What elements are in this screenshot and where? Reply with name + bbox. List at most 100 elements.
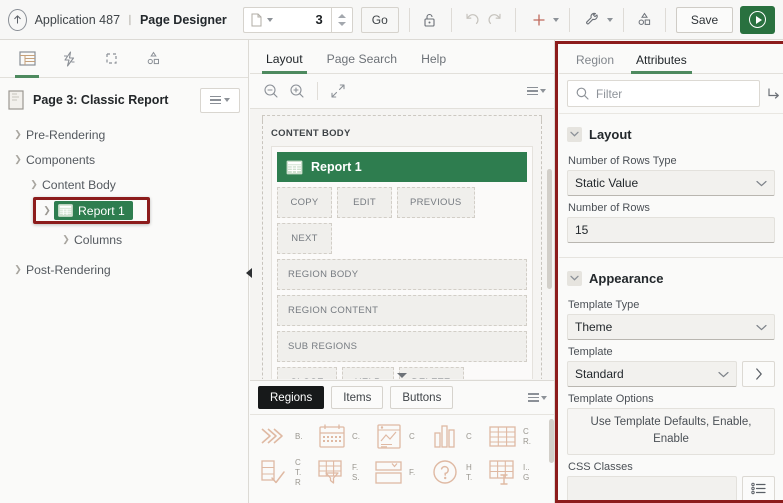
gallery-item-form[interactable]: F.: [372, 457, 429, 489]
chevron-down-icon[interactable]: [552, 17, 559, 22]
add-component-group[interactable]: [526, 7, 559, 33]
input-css-classes[interactable]: [575, 481, 729, 496]
layout-menu-button[interactable]: [527, 86, 546, 96]
property-filter-action[interactable]: [766, 87, 783, 101]
gallery-row-1: B. C. C C C R.: [258, 421, 549, 453]
page-designer-app: Application 487 \ Page Designer 3 Go Sav…: [0, 0, 783, 503]
gallery-item-card[interactable]: C: [372, 421, 429, 453]
button-template-options[interactable]: Use Template Defaults, Enable, Enable: [567, 408, 775, 455]
input-number-of-rows[interactable]: [575, 223, 767, 237]
gallery-item-interactive-grid[interactable]: I.. G: [486, 457, 543, 489]
stepper-down-icon[interactable]: [337, 21, 346, 26]
wrench-icon[interactable]: [580, 7, 606, 33]
chevron-right-icon[interactable]: ❯: [10, 264, 26, 275]
expand-arrows-icon[interactable]: [325, 78, 351, 104]
placeholder-sub-regions[interactable]: SUB REGIONS: [277, 331, 527, 362]
rendering-tab[interactable]: [10, 40, 44, 78]
tree-item-columns[interactable]: ❯ Columns: [0, 227, 248, 252]
property-group-layout-body: Number of Rows Type Static Value Number …: [559, 155, 783, 247]
placeholder-next[interactable]: NEXT: [277, 223, 332, 254]
tree-item-pre-rendering[interactable]: ❯ Pre-Rendering: [0, 122, 248, 147]
tab-page-search[interactable]: Page Search: [317, 52, 407, 73]
page-select[interactable]: 3: [242, 6, 331, 33]
unlock-icon[interactable]: [420, 7, 442, 33]
run-button[interactable]: [740, 5, 776, 34]
undo-icon[interactable]: [462, 7, 484, 33]
tree-item-components[interactable]: ❯ Components: [0, 147, 248, 172]
tab-region[interactable]: Region: [567, 53, 623, 73]
filter-field[interactable]: [567, 80, 760, 107]
gallery-menu-button[interactable]: [528, 393, 547, 402]
gallery-tab-buttons[interactable]: Buttons: [390, 386, 454, 409]
left-panel-collapse-handle[interactable]: [244, 262, 253, 284]
template-goto-button[interactable]: [742, 361, 775, 387]
tree-item-content-body[interactable]: ❯ Content Body: [0, 172, 248, 197]
page-tree: ❯ Pre-Rendering ❯ Components ❯ Content B…: [0, 118, 248, 282]
page-shared-components-tab[interactable]: [136, 40, 170, 77]
chevron-down-icon[interactable]: [606, 17, 613, 22]
chevron-down-icon[interactable]: ❯: [40, 205, 54, 216]
placeholder-previous[interactable]: PREVIOUS: [397, 187, 475, 218]
tab-layout[interactable]: Layout: [256, 52, 313, 74]
shapes-icon[interactable]: [634, 7, 656, 33]
select-number-of-rows-type[interactable]: Static Value: [567, 170, 775, 196]
placeholder-region-body[interactable]: REGION BODY: [277, 259, 527, 290]
plus-icon[interactable]: [526, 7, 552, 33]
gallery-item-calendar[interactable]: C.: [315, 421, 372, 453]
chevron-right-icon: [755, 368, 763, 380]
report-region-card[interactable]: Report 1 COPY EDIT PREVIOUS NEXT REGION …: [271, 146, 533, 379]
css-classes-picker-button[interactable]: [742, 475, 775, 500]
canvas-scrollbar[interactable]: [547, 169, 552, 289]
arrow-up-circle-icon[interactable]: [8, 8, 27, 31]
selected-value: Static Value: [575, 176, 639, 190]
canvas-scroll-down-indicator[interactable]: [250, 373, 554, 378]
gallery-item-label: H T.: [466, 463, 473, 482]
gallery-item-classic-report[interactable]: C R.: [486, 421, 543, 453]
save-button[interactable]: Save: [675, 6, 734, 33]
zoom-out-icon[interactable]: [258, 78, 284, 104]
go-button[interactable]: Go: [360, 6, 399, 33]
placeholder-copy[interactable]: COPY: [277, 187, 332, 218]
processing-tab[interactable]: [94, 40, 128, 77]
utilities-group[interactable]: [580, 7, 613, 33]
zoom-in-icon[interactable]: [284, 78, 310, 104]
region-header[interactable]: Report 1: [277, 152, 527, 182]
tree-selected-pill[interactable]: Report 1: [54, 201, 133, 220]
tab-help[interactable]: Help: [411, 52, 456, 73]
gallery-item-chart[interactable]: C: [429, 421, 486, 453]
chevron-down-icon[interactable]: [567, 126, 582, 142]
filter-input[interactable]: [596, 86, 751, 101]
gallery-item-checklist[interactable]: C T. R: [258, 457, 315, 489]
property-group-appearance-header[interactable]: Appearance: [559, 263, 783, 293]
gallery-item-help-text[interactable]: H T.: [429, 457, 486, 489]
tree-menu-button[interactable]: [200, 87, 240, 113]
application-name[interactable]: Application 487: [35, 13, 120, 27]
tree-item-report-1[interactable]: ❯ Report 1: [33, 197, 150, 224]
tree-item-post-rendering[interactable]: ❯ Post-Rendering: [0, 257, 248, 282]
gallery-scrollbar[interactable]: [549, 419, 554, 463]
placeholder-edit[interactable]: EDIT: [337, 187, 392, 218]
placeholder-region-content[interactable]: REGION CONTENT: [277, 295, 527, 326]
dynamic-actions-tab[interactable]: [52, 40, 86, 77]
chevron-down-icon[interactable]: ❯: [10, 154, 26, 165]
chevron-down-icon[interactable]: [567, 270, 582, 286]
content-body-region[interactable]: CONTENT BODY Report 1 COPY EDIT PREVIOUS: [262, 121, 542, 379]
gallery-item-breadcrumb[interactable]: B.: [258, 421, 315, 453]
gallery-item-faceted-search[interactable]: F. S.: [315, 457, 372, 489]
input-number-of-rows-wrapper[interactable]: [567, 217, 775, 243]
gallery-tab-regions[interactable]: Regions: [258, 386, 325, 409]
redo-icon[interactable]: [484, 7, 506, 33]
chevron-right-icon[interactable]: ❯: [58, 234, 74, 245]
select-template-type[interactable]: Theme: [567, 314, 775, 340]
gallery-tab-items[interactable]: Items: [331, 386, 384, 409]
page-number-value[interactable]: 3: [278, 12, 325, 27]
help-text-icon: [429, 457, 463, 489]
chevron-down-icon[interactable]: ❯: [26, 179, 42, 190]
tab-attributes[interactable]: Attributes: [627, 53, 696, 74]
input-css-classes-wrapper[interactable]: [567, 475, 737, 500]
stepper-up-icon[interactable]: [337, 13, 346, 18]
chevron-right-icon[interactable]: ❯: [10, 129, 26, 140]
property-group-layout-header[interactable]: Layout: [559, 119, 783, 149]
select-template[interactable]: Standard: [567, 361, 737, 387]
page-number-stepper[interactable]: [330, 6, 353, 33]
